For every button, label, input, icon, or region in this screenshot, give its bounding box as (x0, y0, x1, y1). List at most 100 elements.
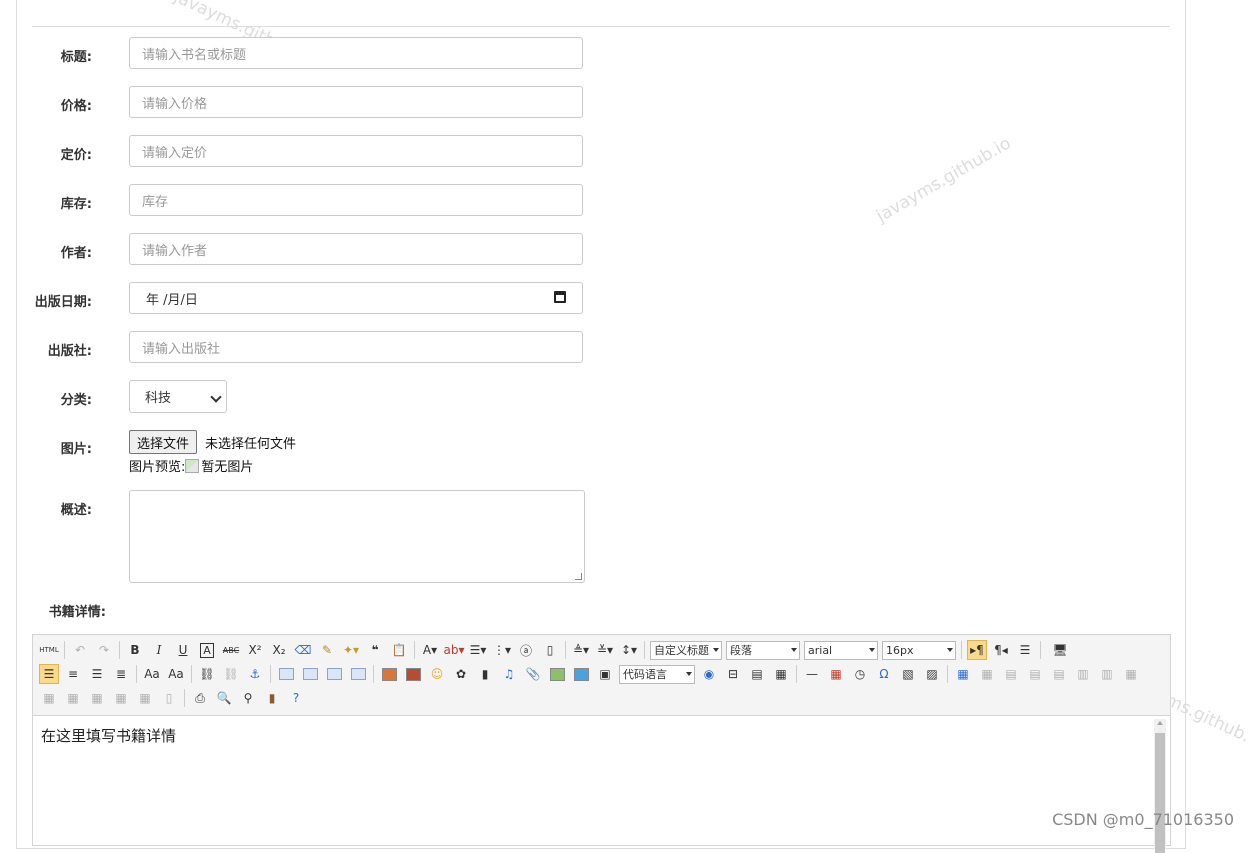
publish-date-input[interactable]: 年 /月/日 (129, 282, 583, 314)
draft-icon[interactable]: ▮ (262, 688, 282, 708)
preview-icon[interactable]: 🖥 (1050, 640, 1070, 660)
wordimage-icon[interactable]: ▧ (898, 664, 918, 684)
superscript-icon[interactable]: X² (245, 640, 265, 660)
subscript-icon[interactable]: X₂ (269, 640, 289, 660)
time-icon[interactable]: ◷ (850, 664, 870, 684)
delete-row-icon[interactable]: ▤ (1049, 664, 1069, 684)
delete-table-icon[interactable]: ▦ (977, 664, 997, 684)
custom-heading-select[interactable]: 自定义标题 (650, 640, 722, 660)
page-break-icon[interactable]: ⊟ (723, 664, 743, 684)
template-icon[interactable]: ▤ (747, 664, 767, 684)
paste-plain-icon[interactable]: 📋 (389, 640, 409, 660)
paragraph-select[interactable]: 段落 (726, 640, 800, 660)
preview-search-icon[interactable]: 🔍 (214, 688, 234, 708)
insert-video-icon[interactable]: ▮ (475, 664, 495, 684)
font-color-icon[interactable]: A▾ (420, 640, 440, 660)
scroll-thumb[interactable] (1155, 733, 1165, 853)
author-input[interactable]: 请输入作者 (129, 233, 583, 265)
search-replace-icon[interactable]: ⚲ (238, 688, 258, 708)
insert-image-icon[interactable] (403, 664, 423, 684)
highlight-icon[interactable]: ab▾ (444, 640, 465, 660)
list-price-input[interactable]: 请输入定价 (129, 135, 583, 167)
stock-input[interactable]: 库存 (129, 184, 583, 216)
image-right-icon[interactable] (324, 664, 344, 684)
image-center-icon[interactable] (348, 664, 368, 684)
google-map-icon[interactable] (571, 664, 591, 684)
simple-upload-icon[interactable] (379, 664, 399, 684)
web-app-icon[interactable]: ◉ (699, 664, 719, 684)
editor-content[interactable]: 在这里填写书籍详情 (41, 725, 176, 746)
ordered-list-icon[interactable]: ☰▾ (468, 640, 488, 660)
summary-textarea[interactable] (129, 490, 585, 583)
align-left-icon[interactable]: ☰ (39, 664, 59, 684)
code-language-select[interactable]: 代码语言 (619, 664, 695, 684)
indent-icon[interactable]: ☰ (1015, 640, 1035, 660)
align-right-icon[interactable]: ☰ (87, 664, 107, 684)
underline-icon[interactable]: U (173, 640, 193, 660)
anchor-icon[interactable]: ⚓ (245, 664, 265, 684)
publisher-input[interactable]: 请输入出版社 (129, 331, 583, 363)
auto-format-icon[interactable]: ✦▾ (341, 640, 361, 660)
insert-col-icon[interactable]: ▥ (1073, 664, 1093, 684)
row-spacing-top-icon[interactable]: ≜▾ (571, 640, 591, 660)
resize-handle[interactable] (575, 573, 582, 580)
redo-icon[interactable]: ↷ (94, 640, 114, 660)
insert-paragraph-before-table-icon[interactable]: ▤ (1001, 664, 1021, 684)
font-size-select[interactable]: 16px (882, 640, 956, 660)
unordered-list-icon[interactable]: ⋮▾ (492, 640, 512, 660)
clear-doc-icon[interactable]: ▯ (540, 640, 560, 660)
merge-cells-icon[interactable]: ▦ (1121, 664, 1141, 684)
insert-table-icon[interactable]: ▦ (953, 664, 973, 684)
line-height-icon[interactable]: ↕▾ (619, 640, 639, 660)
date-icon[interactable]: ▦ (826, 664, 846, 684)
font-family-select[interactable]: arial (804, 640, 878, 660)
italic-icon[interactable]: I (149, 640, 169, 660)
insert-row-icon[interactable]: ▤ (1025, 664, 1045, 684)
special-chars-icon[interactable]: Ω (874, 664, 894, 684)
category-select[interactable]: 科技 (129, 380, 227, 413)
music-icon[interactable]: ♫ (499, 664, 519, 684)
image-none-icon[interactable] (276, 664, 296, 684)
merge-down-icon[interactable]: ▦ (63, 688, 83, 708)
ltr-direction-icon[interactable]: ▸¶ (967, 640, 987, 660)
select-all-icon[interactable]: ⓐ (516, 640, 536, 660)
to-uppercase-icon[interactable]: Aa (142, 664, 162, 684)
scroll-up-icon[interactable] (1157, 721, 1163, 725)
rtl-direction-icon[interactable]: ¶◂ (991, 640, 1011, 660)
editor-scrollbar[interactable] (1154, 719, 1166, 853)
image-left-icon[interactable] (300, 664, 320, 684)
to-lowercase-icon[interactable]: Aa (166, 664, 186, 684)
merge-right-icon[interactable]: ▦ (39, 688, 59, 708)
strikethrough-icon[interactable]: ABC (221, 640, 241, 660)
insert-frame-icon[interactable]: ▣ (595, 664, 615, 684)
map-icon[interactable] (547, 664, 567, 684)
align-center-icon[interactable]: ≡ (63, 664, 83, 684)
emotion-icon[interactable]: ☺ (427, 664, 447, 684)
background-icon[interactable]: ▦ (771, 664, 791, 684)
calendar-icon[interactable] (554, 291, 566, 303)
html-source-icon[interactable]: HTML (39, 640, 59, 660)
attachment-icon[interactable]: 📎 (523, 664, 543, 684)
split-to-cols-icon[interactable]: ▦ (135, 688, 155, 708)
bold-icon[interactable]: B (125, 640, 145, 660)
split-to-rows-icon[interactable]: ▦ (111, 688, 131, 708)
split-to-cells-icon[interactable]: ▦ (87, 688, 107, 708)
title-input[interactable]: 请输入书名或标题 (129, 37, 583, 69)
help-icon[interactable]: ? (286, 688, 306, 708)
snapscreen-icon[interactable]: ▨ (922, 664, 942, 684)
eraser-icon[interactable]: ⌫ (293, 640, 313, 660)
scrawl-icon[interactable]: ✿ (451, 664, 471, 684)
row-spacing-bottom-icon[interactable]: ≚▾ (595, 640, 615, 660)
align-justify-icon[interactable]: ≣ (111, 664, 131, 684)
horizontal-rule-icon[interactable]: — (802, 664, 822, 684)
print-icon[interactable]: ⎙ (190, 688, 210, 708)
link-icon[interactable]: ⛓ (197, 664, 217, 684)
font-border-icon[interactable]: A (197, 640, 217, 660)
charts-icon[interactable]: ▯ (159, 688, 179, 708)
delete-col-icon[interactable]: ▥ (1097, 664, 1117, 684)
unlink-icon[interactable]: ⛓ (221, 664, 241, 684)
format-brush-icon[interactable]: ✎ (317, 640, 337, 660)
price-input[interactable]: 请输入价格 (129, 86, 583, 118)
choose-file-button[interactable]: 选择文件 (129, 430, 198, 454)
undo-icon[interactable]: ↶ (70, 640, 90, 660)
